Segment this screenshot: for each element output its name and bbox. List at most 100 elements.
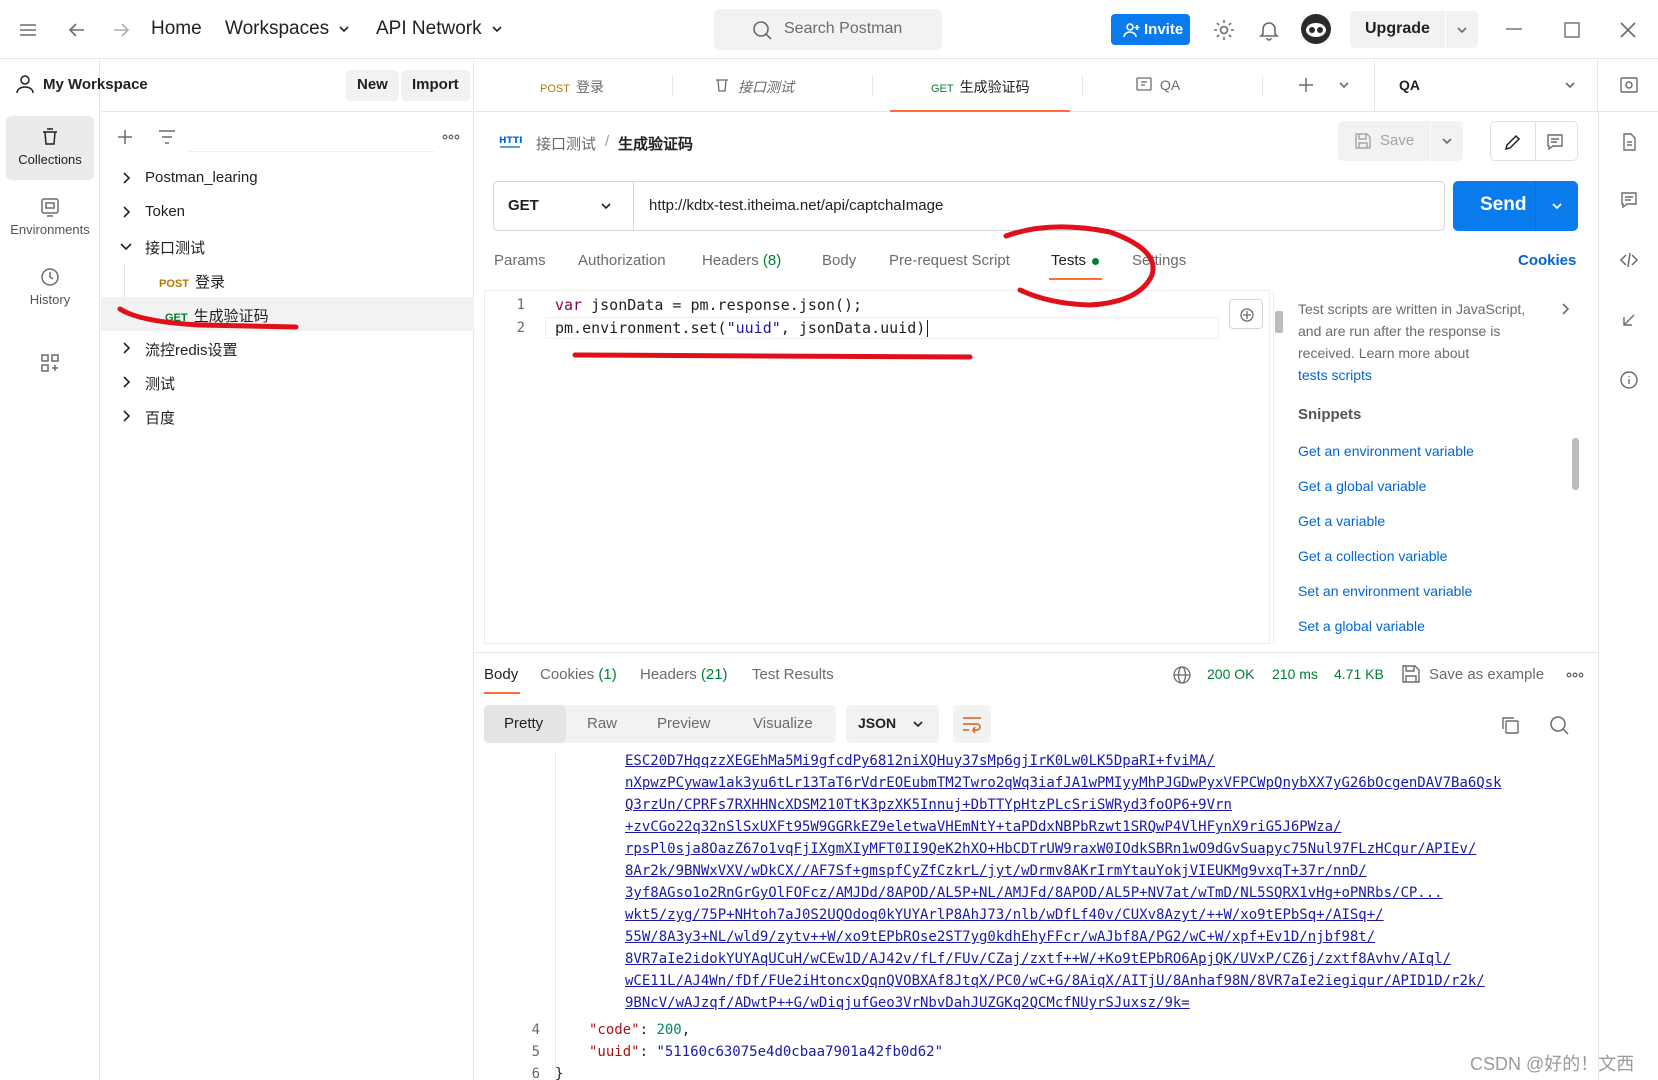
- response-size[interactable]: 4.71 KB: [1334, 666, 1384, 682]
- ai-assist-button[interactable]: [1229, 299, 1263, 329]
- save-as-example-button[interactable]: Save as example: [1429, 666, 1544, 683]
- tree-item-collection[interactable]: Token: [101, 195, 474, 229]
- tree-item-request[interactable]: GET 生成验证码: [101, 297, 474, 331]
- menu-icon[interactable]: [16, 18, 40, 42]
- tab-settings[interactable]: Settings: [1132, 252, 1186, 269]
- avatar[interactable]: [1300, 13, 1332, 45]
- tree-item-collection[interactable]: 流控redis设置: [101, 331, 474, 365]
- bell-icon[interactable]: [1257, 18, 1281, 42]
- view-preview[interactable]: Preview: [657, 715, 710, 732]
- tab-label: 接口测试: [738, 79, 794, 95]
- close-icon[interactable]: [1616, 18, 1640, 42]
- tab-pre-request-script[interactable]: Pre-request Script: [889, 252, 1010, 269]
- sidebar-search-input[interactable]: [189, 122, 434, 152]
- home-link[interactable]: Home: [151, 18, 202, 40]
- wrap-lines-button[interactable]: [953, 705, 991, 743]
- workspaces-menu[interactable]: Workspaces: [225, 18, 351, 40]
- response-tab-headers[interactable]: Headers (21): [640, 666, 728, 683]
- tab-body[interactable]: Body: [822, 252, 856, 269]
- snippet-set-global-var[interactable]: Set a global variable: [1298, 618, 1425, 634]
- new-tab-plus-icon[interactable]: [1296, 75, 1316, 95]
- tests-script-editor[interactable]: 1 2 var jsonData = pm.response.json(); p…: [484, 290, 1283, 644]
- globe-icon[interactable]: [1172, 665, 1192, 685]
- more-options-icon[interactable]: [1565, 665, 1585, 685]
- environment-selector[interactable]: QA: [1375, 60, 1597, 112]
- tab-tests[interactable]: Tests: [1051, 252, 1100, 269]
- comments-icon[interactable]: [1619, 190, 1639, 210]
- chevron-right-icon[interactable]: [1558, 302, 1572, 316]
- import-button[interactable]: Import: [401, 70, 470, 101]
- breadcrumb-current[interactable]: 生成验证码: [618, 133, 693, 154]
- pencil-edit-icon[interactable]: [1503, 132, 1523, 152]
- view-visualize[interactable]: Visualize: [753, 715, 813, 732]
- tests-scripts-link[interactable]: tests scripts: [1298, 364, 1548, 386]
- upgrade-button[interactable]: Upgrade: [1350, 11, 1445, 48]
- response-tab-cookies[interactable]: Cookies (1): [540, 666, 617, 683]
- minimize-icon[interactable]: [1502, 18, 1526, 42]
- tab-get-captcha[interactable]: GET 生成验证码: [890, 60, 1070, 112]
- search-placeholder: Search Postman: [784, 20, 903, 37]
- environment-quick-look-icon[interactable]: [1618, 75, 1640, 97]
- tree-item-collection[interactable]: 接口测试: [101, 229, 474, 263]
- upgrade-dropdown[interactable]: [1446, 11, 1478, 48]
- response-status[interactable]: 200 OK: [1207, 666, 1254, 682]
- copy-icon[interactable]: [1499, 714, 1521, 736]
- snippets-scrollbar[interactable]: [1572, 438, 1579, 490]
- save-dropdown[interactable]: [1431, 121, 1463, 161]
- maximize-icon[interactable]: [1560, 18, 1584, 42]
- tree-item-collection[interactable]: 百度: [101, 399, 474, 433]
- add-plus-icon[interactable]: [115, 127, 135, 147]
- method-select[interactable]: GET: [494, 182, 634, 230]
- snippet-get-collection-var[interactable]: Get a collection variable: [1298, 548, 1447, 564]
- response-time[interactable]: 210 ms: [1272, 666, 1318, 682]
- response-tab-test-results[interactable]: Test Results: [752, 666, 834, 683]
- invite-button[interactable]: Invite: [1111, 14, 1190, 45]
- rail-environments[interactable]: Environments: [6, 186, 94, 250]
- comment-icon[interactable]: [1545, 132, 1565, 152]
- tree-item-collection[interactable]: 测试: [101, 365, 474, 399]
- snippet-set-env-var[interactable]: Set an environment variable: [1298, 583, 1472, 599]
- search-icon[interactable]: [1548, 714, 1570, 736]
- forward-arrow-icon[interactable]: [109, 18, 133, 42]
- cookies-link[interactable]: Cookies: [1518, 252, 1576, 269]
- search-input[interactable]: Search Postman: [714, 9, 942, 50]
- related-collections-icon[interactable]: [1619, 310, 1639, 330]
- more-options-icon[interactable]: [441, 127, 461, 147]
- tab-collection-test[interactable]: 接口测试: [675, 60, 855, 112]
- info-icon[interactable]: [1619, 370, 1639, 390]
- filter-icon[interactable]: [157, 127, 177, 147]
- breadcrumb-parent[interactable]: 接口测试: [536, 133, 596, 154]
- documentation-icon[interactable]: [1619, 132, 1639, 152]
- rail-history[interactable]: History: [6, 256, 94, 320]
- tab-qa-environment[interactable]: QA: [1090, 60, 1250, 112]
- rail-more-apps[interactable]: [6, 342, 94, 406]
- new-button[interactable]: New: [346, 70, 399, 101]
- tab-params[interactable]: Params: [494, 252, 546, 269]
- request-tab-bar: POST 登录 接口测试 GET 生成验证码 QA QA: [475, 60, 1658, 112]
- view-raw[interactable]: Raw: [587, 715, 617, 732]
- response-body[interactable]: ESC20D7HqqzzXEGEhMa5Mi9gfcdPy6812niXQHuy…: [484, 752, 1570, 1080]
- snippet-get-global-var[interactable]: Get a global variable: [1298, 478, 1426, 494]
- view-pretty[interactable]: Pretty: [504, 715, 543, 732]
- snippet-get-var[interactable]: Get a variable: [1298, 513, 1385, 529]
- back-arrow-icon[interactable]: [65, 18, 89, 42]
- chevron-down-icon[interactable]: [1550, 199, 1564, 213]
- tree-item-collection[interactable]: Postman_learing: [101, 161, 474, 195]
- workspace-title[interactable]: My Workspace: [43, 76, 148, 93]
- tab-list-chevron-icon[interactable]: [1337, 78, 1351, 92]
- snippet-get-env-var[interactable]: Get an environment variable: [1298, 443, 1474, 459]
- tab-post-login[interactable]: POST 登录: [485, 60, 665, 112]
- rail-collections[interactable]: Collections: [6, 116, 94, 180]
- response-tab-body[interactable]: Body: [484, 666, 518, 683]
- send-button[interactable]: Send: [1453, 181, 1578, 231]
- save-button[interactable]: Save: [1338, 121, 1430, 161]
- tab-headers[interactable]: Headers (8): [702, 252, 781, 269]
- method-badge: POST: [540, 83, 570, 95]
- url-input[interactable]: http://kdtx-test.itheima.net/api/captcha…: [649, 197, 943, 214]
- settings-gear-icon[interactable]: [1212, 18, 1236, 42]
- code-snippet-icon[interactable]: [1619, 250, 1639, 270]
- api-network-menu[interactable]: API Network: [376, 18, 504, 40]
- tree-item-request[interactable]: POST 登录: [101, 263, 474, 331]
- format-select[interactable]: JSON: [846, 705, 939, 743]
- tab-authorization[interactable]: Authorization: [578, 252, 666, 269]
